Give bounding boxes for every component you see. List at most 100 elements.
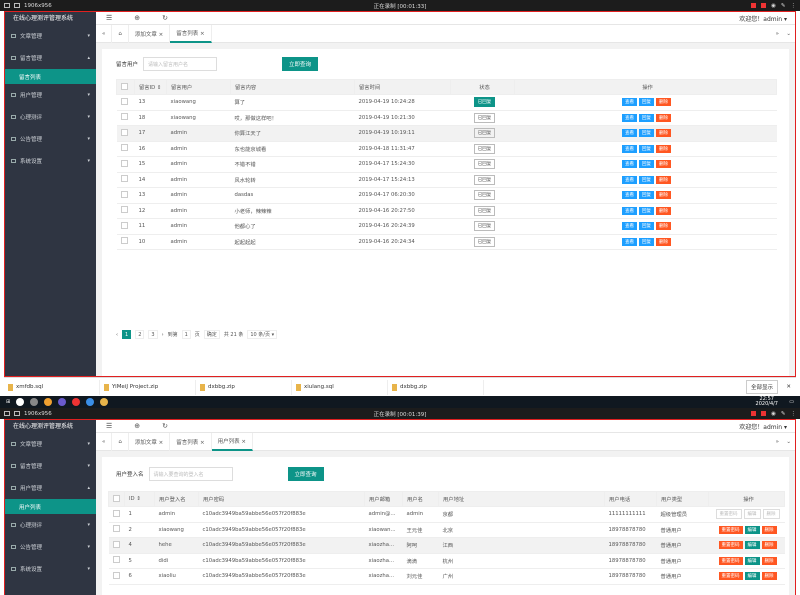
app-icon[interactable] [100, 398, 109, 406]
row-checkbox[interactable] [116, 125, 135, 142]
reset-password-button[interactable]: 重置密码 [718, 525, 743, 534]
search-button[interactable]: 立即查询 [287, 467, 324, 481]
app-icon[interactable] [86, 398, 95, 406]
download-item[interactable]: dxbbg.zip [196, 379, 292, 395]
tabs-prev-icon[interactable]: « [96, 24, 113, 43]
camera-icon[interactable]: ◉ [771, 3, 776, 9]
reply-button[interactable]: 回复 [639, 206, 654, 215]
reply-button[interactable]: 回复 [639, 144, 654, 153]
tab-user-list[interactable]: 用户列表 × [211, 432, 253, 451]
delete-button[interactable]: 删除 [656, 237, 671, 246]
home-icon[interactable]: ⌂ [112, 432, 129, 451]
edit-button[interactable]: 编辑 [744, 541, 760, 550]
delete-button[interactable]: 删除 [656, 222, 671, 231]
user-menu[interactable]: 欢迎您！admin ▾ [739, 14, 787, 23]
delete-button[interactable]: 删除 [761, 572, 777, 581]
tabs-next-icon[interactable]: » [776, 31, 779, 37]
sidebar-item-articles[interactable]: 文章管理 ▾ [5, 433, 96, 455]
menu-toggle-icon[interactable]: ☰ [106, 14, 112, 22]
tab-add-article[interactable]: 添加文章 × [129, 24, 171, 43]
delete-button[interactable]: 删除 [656, 144, 671, 153]
app-icon[interactable] [72, 398, 81, 406]
reply-button[interactable]: 回复 [639, 160, 654, 169]
reset-password-button[interactable]: 重置密码 [718, 541, 743, 550]
reset-password-button[interactable]: 重置密码 [715, 509, 742, 520]
pause-icon[interactable] [761, 411, 767, 416]
status-badge[interactable]: 已回复 [473, 190, 496, 201]
select-all-checkbox[interactable] [116, 79, 135, 95]
delete-button[interactable]: 删除 [761, 556, 777, 565]
delete-button[interactable]: 删除 [656, 98, 671, 107]
chevron-down-icon[interactable]: ⌄ [786, 31, 791, 37]
status-badge[interactable]: 已回复 [473, 205, 496, 216]
tabs-prev-icon[interactable]: « [96, 432, 113, 451]
home-icon[interactable]: ⌂ [112, 24, 129, 43]
row-checkbox[interactable] [116, 156, 135, 173]
reply-button[interactable]: 回复 [639, 98, 654, 107]
goto-confirm-button[interactable]: 确定 [203, 330, 220, 339]
delete-button[interactable]: 删除 [656, 206, 671, 215]
sidebar-subitem-user-list[interactable]: 用户列表 [5, 499, 96, 514]
row-checkbox[interactable] [108, 537, 125, 554]
tab-add-article[interactable]: 添加文章 × [129, 432, 171, 451]
status-badge[interactable]: 已回复 [473, 174, 496, 185]
sidebar-item-messages[interactable]: 留言管理 ▾ [5, 455, 96, 477]
stop-icon[interactable] [751, 411, 757, 416]
delete-button[interactable]: 删除 [761, 525, 777, 534]
reset-password-button[interactable]: 重置密码 [718, 572, 743, 581]
tab-message-list[interactable]: 留言列表 × [170, 432, 212, 451]
row-checkbox[interactable] [116, 234, 135, 250]
search-input[interactable]: 请输入要查询的登入名 [148, 467, 233, 481]
pen-icon[interactable]: ✎ [781, 411, 786, 417]
next-page-icon[interactable]: › [162, 332, 164, 338]
camera-icon[interactable]: ◉ [771, 411, 776, 417]
delete-button[interactable]: 删除 [656, 191, 671, 200]
edit-button[interactable]: 编辑 [743, 509, 761, 520]
page-button[interactable]: 1 [122, 330, 132, 339]
delete-button[interactable]: 删除 [762, 509, 780, 520]
row-checkbox[interactable] [116, 203, 135, 219]
pause-icon[interactable] [761, 3, 767, 8]
status-badge[interactable]: 已回复 [473, 143, 496, 154]
tab-message-list[interactable]: 留言列表 × [170, 24, 212, 43]
status-badge[interactable]: 已回复 [473, 159, 496, 170]
row-checkbox[interactable] [116, 172, 135, 188]
task-view-icon[interactable] [30, 398, 39, 406]
sidebar-item-assessment[interactable]: 心理测评 ▾ [5, 106, 96, 128]
row-checkbox[interactable] [116, 187, 135, 204]
sidebar-item-assessment[interactable]: 心理测评 ▾ [5, 514, 96, 536]
sidebar-item-users[interactable]: 用户管理 ▴ [5, 477, 96, 499]
sidebar-item-messages[interactable]: 留言管理 ▴ [5, 47, 96, 69]
status-badge[interactable]: 已回复 [473, 112, 496, 123]
page-size-select[interactable]: 10 条/页 ▾ [247, 330, 278, 339]
pen-icon[interactable]: ✎ [781, 3, 786, 9]
column-header[interactable]: ID ⇕ [124, 491, 155, 507]
status-badge[interactable]: 已回复 [473, 221, 496, 232]
more-icon[interactable]: ⋮ [791, 411, 797, 417]
sidebar-item-notices[interactable]: 公告管理 ▾ [5, 128, 96, 150]
sidebar-item-users[interactable]: 用户管理 ▾ [5, 84, 96, 106]
delete-button[interactable]: 删除 [656, 160, 671, 169]
reply-button[interactable]: 回复 [639, 175, 654, 184]
delete-button[interactable]: 删除 [761, 541, 777, 550]
row-checkbox[interactable] [108, 506, 125, 523]
reply-button[interactable]: 回复 [639, 237, 654, 246]
reply-button[interactable]: 回复 [639, 191, 654, 200]
reply-button[interactable]: 回复 [639, 129, 654, 138]
delete-button[interactable]: 删除 [656, 129, 671, 138]
delete-button[interactable]: 删除 [656, 113, 671, 122]
sidebar-item-settings[interactable]: 系统设置 ▾ [5, 150, 96, 172]
prev-page-icon[interactable]: ‹ [116, 332, 118, 338]
status-badge[interactable]: 已回复 [473, 97, 496, 108]
edit-button[interactable]: 编辑 [744, 525, 760, 534]
view-button[interactable]: 查看 [622, 160, 637, 169]
download-item[interactable]: dxbbg.zip [388, 379, 484, 395]
chrome-icon[interactable] [44, 398, 53, 406]
row-checkbox[interactable] [108, 553, 125, 569]
windows-start-icon[interactable]: ⊞ [6, 399, 10, 405]
reply-button[interactable]: 回复 [639, 113, 654, 122]
download-item[interactable]: YiMeiJ Project.zip [100, 379, 196, 395]
select-all-checkbox[interactable] [108, 491, 125, 507]
chevron-down-icon[interactable]: ⌄ [786, 439, 791, 445]
close-icon[interactable]: ✕ [786, 384, 791, 390]
